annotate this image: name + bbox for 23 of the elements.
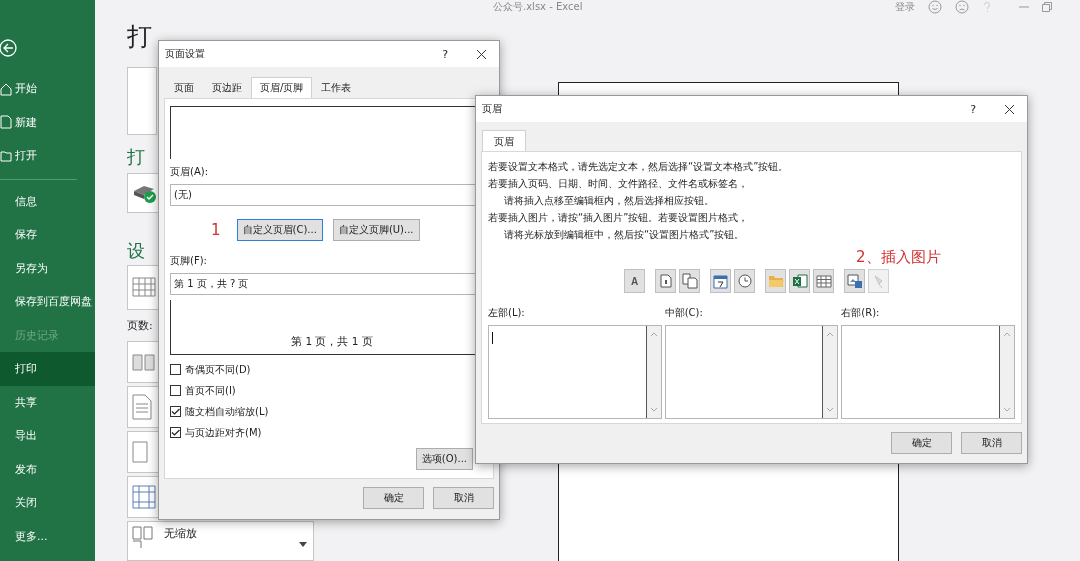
dialog-title: 页眉 [482,102,502,116]
instruction-text: 请将插入点移至编辑框内，然后选择相应按钮。 [503,194,715,208]
step-number: 1 [211,221,221,239]
pages-label: 页数: [127,318,153,333]
section-label: 左部(L): [488,306,526,320]
checkbox-label: 与页边距对齐(M) [185,425,262,440]
window-title: 公众号.xlsx - Excel [493,0,583,14]
section-label: 右部(R): [841,306,881,320]
instruction-text: 请将光标放到编辑框中，然后按“设置图片格式”按钮。 [503,228,746,242]
footer-preview-text: 第 1 页，共 1 页 [291,335,373,349]
section-label: 中部(C): [664,306,704,320]
section-heading: 设 [127,239,145,263]
section-heading: 打 [127,145,145,169]
field-label: 页眉(A): [170,165,209,179]
page-title: 打 [127,22,152,52]
checkbox-label: 随文档自动缩放(L) [185,404,269,419]
field-label: 页脚(F): [170,254,208,268]
dialog-title: 页面设置 [165,47,205,61]
checkbox-label: 奇偶页不同(D) [185,362,251,377]
annotation-text: 2、插入图片 [856,248,941,267]
checkbox-label: 首页不同(I) [185,383,236,398]
instruction-text: 若要插入图片，请按“插入图片”按钮。若要设置图片格式， [488,211,750,225]
instruction-text: 若要设置文本格式，请先选定文本，然后选择“设置文本格式”按钮。 [488,160,790,174]
